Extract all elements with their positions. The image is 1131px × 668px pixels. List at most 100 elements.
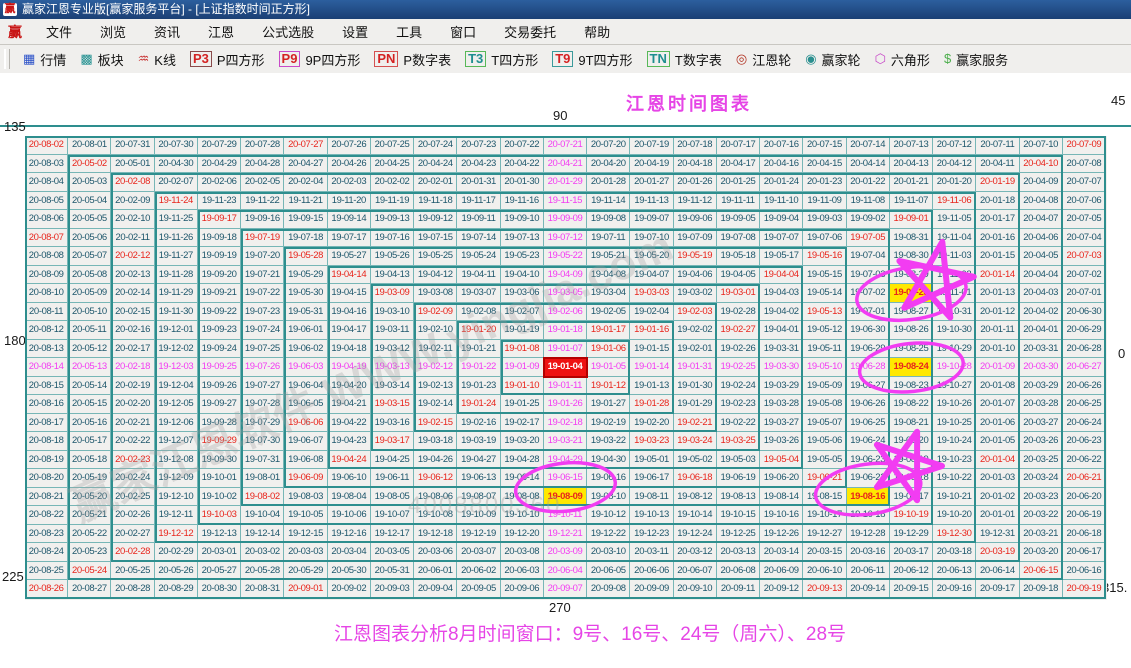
grid-cell: 19-11-02	[933, 266, 976, 285]
toolbar-item-dollar-service[interactable]: $赢家服务	[944, 50, 1008, 69]
grid-cell: 20-04-10	[1020, 155, 1063, 174]
grid-cell: 19-01-30	[674, 377, 717, 396]
grid-cell: 19-12-10	[155, 488, 198, 507]
grid-cell: 20-04-20	[587, 155, 630, 174]
winner-wheel-icon: ◉	[805, 52, 816, 66]
grid-cell: 19-01-12	[587, 377, 630, 396]
grid-cell: 19-06-02	[284, 340, 327, 359]
grid-cell: 20-03-29	[1020, 377, 1063, 396]
grid-cell: 19-06-10	[328, 469, 371, 488]
grid-cell: 19-09-04	[760, 210, 803, 229]
grid-cell: 19-09-01	[890, 210, 933, 229]
toolbar-item-p-number[interactable]: PNP数字表	[374, 50, 451, 69]
grid-cell: 20-08-24	[25, 543, 68, 562]
grid-cell: 19-03-01	[717, 284, 760, 303]
toolbar-item-p-square[interactable]: P3P四方形	[190, 50, 265, 69]
p-number-icon: PN	[374, 51, 398, 67]
toolbar-item-t-square[interactable]: T3T四方形	[465, 50, 538, 69]
grid-cell: 20-04-17	[717, 155, 760, 174]
grid-cell: 19-09-25	[198, 358, 241, 377]
grid-cell: 20-05-30	[328, 562, 371, 581]
grid-cell: 20-02-03	[328, 173, 371, 192]
grid-cell: 20-04-06	[1020, 229, 1063, 248]
menu-item-7[interactable]: 窗口	[436, 22, 490, 41]
grid-cell: 19-10-20	[933, 506, 976, 525]
grid-cell: 20-03-24	[1020, 469, 1063, 488]
menu-item-1[interactable]: 浏览	[86, 22, 140, 41]
grid-cell: 20-09-18	[1020, 580, 1063, 599]
toolbar-item-t-number[interactable]: TNT数字表	[647, 50, 722, 69]
grid-cell: 20-01-20	[933, 173, 976, 192]
grid-cell: 19-05-08	[803, 395, 846, 414]
menu-item-6[interactable]: 工具	[382, 22, 436, 41]
menu-item-0[interactable]: 文件	[32, 22, 86, 41]
grid-cell: 19-05-18	[717, 247, 760, 266]
grid-cell: 20-04-11	[976, 155, 1019, 174]
menu-bar: 赢 文件浏览资讯江恩公式选股设置工具窗口交易委托帮助	[0, 19, 1131, 45]
grid-cell: 19-07-13	[501, 229, 544, 248]
grid-cell: 20-09-06	[501, 580, 544, 599]
toolbar-item-hexagon[interactable]: ⬡六角形	[875, 50, 930, 69]
grid-cell: 19-12-08	[155, 451, 198, 470]
grid-cell: 20-04-24	[414, 155, 457, 174]
toolbar-item-label: P四方形	[217, 50, 265, 69]
quote-grid-icon: ▦	[23, 52, 35, 66]
grid-cell: 20-06-04	[544, 562, 587, 581]
grid-cell: 19-04-17	[328, 321, 371, 340]
grid-cell: 20-01-16	[976, 229, 1019, 248]
grid-cell: 19-01-09	[501, 358, 544, 377]
toolbar-item-p9-square[interactable]: P99P四方形	[279, 50, 361, 69]
grid-cell: 19-06-04	[284, 377, 327, 396]
grid-cell: 19-01-15	[630, 340, 673, 359]
grid-cell: 19-01-20	[457, 321, 500, 340]
grid-cell: 19-12-05	[155, 395, 198, 414]
grid-cell: 19-09-20	[198, 266, 241, 285]
grid-cell: 20-07-07	[1063, 173, 1106, 192]
grid-cell: 20-02-07	[155, 173, 198, 192]
grid-cell: 19-04-28	[501, 451, 544, 470]
menu-item-9[interactable]: 帮助	[570, 22, 624, 41]
grid-cell: 20-01-09	[976, 358, 1019, 377]
grid-cell: 19-01-04	[544, 358, 587, 377]
toolbar-grip	[4, 49, 10, 69]
grid-cell: 19-09-14	[328, 210, 371, 229]
grid-cell: 19-11-25	[155, 210, 198, 229]
toolbar-item-label: 江恩轮	[752, 50, 791, 69]
grid-cell: 20-03-08	[501, 543, 544, 562]
toolbar-item-quote-grid[interactable]: ▦行情	[23, 50, 66, 69]
grid-cell: 19-07-06	[803, 229, 846, 248]
toolbar-item-sector-blocks[interactable]: ▩板块	[80, 50, 123, 69]
grid-cell: 20-05-04	[68, 192, 111, 211]
toolbar-item-label: K线	[154, 50, 176, 69]
toolbar-item-label: T四方形	[491, 50, 538, 69]
grid-cell: 19-05-07	[803, 414, 846, 433]
grid-cell: 20-05-27	[198, 562, 241, 581]
toolbar-item-t9-square[interactable]: T99T四方形	[552, 50, 632, 69]
grid-cell: 20-01-14	[976, 266, 1019, 285]
grid-cell: 19-05-28	[284, 247, 327, 266]
grid-cell: 19-04-08	[587, 266, 630, 285]
grid-cell: 20-03-15	[803, 543, 846, 562]
menu-item-4[interactable]: 公式选股	[248, 22, 328, 41]
grid-cell: 20-07-23	[457, 136, 500, 155]
grid-cell: 19-05-15	[803, 266, 846, 285]
menu-item-8[interactable]: 交易委托	[490, 22, 570, 41]
menu-item-3[interactable]: 江恩	[194, 22, 248, 41]
menu-item-5[interactable]: 设置	[328, 22, 382, 41]
grid-cell: 20-03-07	[457, 543, 500, 562]
toolbar-item-gann-wheel[interactable]: ◎江恩轮	[736, 50, 791, 69]
menu-item-2[interactable]: 资讯	[140, 22, 194, 41]
grid-cell: 19-07-24	[241, 321, 284, 340]
grid-cell: 19-05-04	[760, 451, 803, 470]
grid-cell: 19-03-28	[760, 395, 803, 414]
grid-cell: 19-12-14	[241, 525, 284, 544]
toolbar-item-winner-wheel[interactable]: ◉赢家轮	[805, 50, 860, 69]
toolbar-item-candlestick[interactable]: ♒K线	[138, 50, 176, 69]
grid-cell: 19-03-04	[587, 284, 630, 303]
grid-cell: 20-03-04	[328, 543, 371, 562]
grid-cell: 20-04-07	[1020, 210, 1063, 229]
grid-cell: 20-05-05	[68, 210, 111, 229]
grid-cell: 20-05-01	[111, 155, 154, 174]
grid-cell: 20-06-30	[1063, 303, 1106, 322]
grid-cell: 19-06-05	[284, 395, 327, 414]
